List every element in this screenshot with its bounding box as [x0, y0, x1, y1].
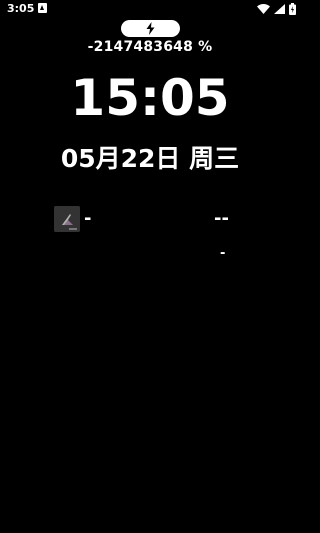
charging-indicator — [121, 20, 180, 37]
media-title: - — [84, 208, 92, 229]
battery-percentage: -2147483648 % — [87, 39, 213, 55]
media-time: -- — [214, 208, 229, 229]
date-weekday: 05月22日 周三 — [60, 144, 240, 173]
status-time: 3:05 — [7, 2, 35, 15]
lightning-bolt-icon — [146, 22, 155, 35]
clock: 15:05 — [70, 69, 230, 127]
media-subtitle: - — [220, 246, 226, 261]
notification-icon — [38, 3, 47, 13]
signal-icon — [274, 4, 285, 14]
wifi-icon — [257, 4, 270, 14]
status-icons — [257, 3, 296, 15]
album-art[interactable] — [54, 206, 80, 232]
battery-charging-icon — [289, 3, 296, 15]
music-note-icon — [54, 206, 80, 232]
status-bar: 3:05 — [0, 0, 300, 20]
